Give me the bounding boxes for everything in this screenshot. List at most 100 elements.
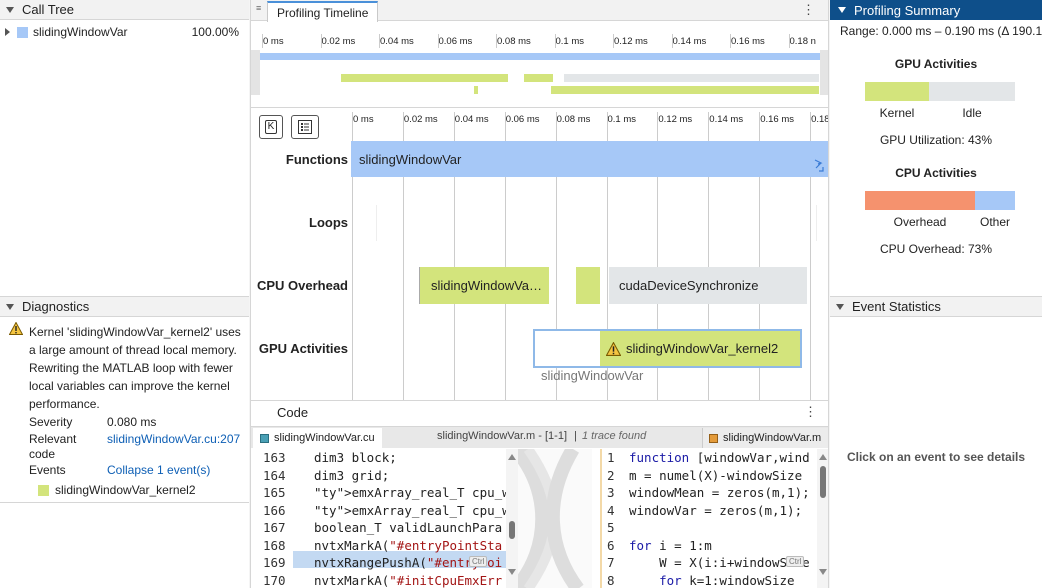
gpu-legend-idle: Idle (962, 106, 982, 120)
divider (251, 95, 828, 108)
code-menu-icon[interactable]: ⋮ (804, 404, 817, 420)
summary-header[interactable]: Profiling Summary (830, 0, 1042, 20)
code-line[interactable]: 3 windowMean = zeros(m,1); (607, 484, 815, 502)
detail-tick-label: 0.14 ms (709, 114, 744, 125)
left-code-lines: 163 dim3 block; 164 dim3 grid; 165 "ty">emxAr… (263, 449, 508, 588)
scroll-down-icon[interactable] (508, 569, 516, 575)
line-number: 165 (263, 485, 286, 500)
legend-button[interactable] (291, 115, 319, 139)
function-event-label: slidingWindowVar (359, 151, 462, 167)
collapse-events-link[interactable]: Collapse 1 event(s) (107, 463, 210, 477)
event-stats-header[interactable]: Event Statistics (830, 297, 1042, 317)
scroll-thumb[interactable] (509, 521, 515, 539)
tab-label: Profiling Timeline (277, 5, 369, 20)
code-line[interactable]: 4 windowVar = zeros(m,1); (607, 502, 815, 520)
drag-handle-icon[interactable]: ≡ (256, 3, 261, 13)
diagnostics-header[interactable]: Diagnostics (0, 297, 249, 317)
center-file-label: slidingWindowVar.m - [1-1] (437, 430, 568, 442)
scroll-down-icon[interactable] (819, 569, 827, 575)
code-line[interactable]: 1 function [windowVar,wind (607, 449, 815, 467)
code-line[interactable]: 5 (607, 519, 815, 537)
code-line[interactable]: 163 dim3 block; (263, 449, 508, 467)
trace-sep: | (574, 430, 577, 442)
detail-tick-label: 0.12 ms (658, 114, 693, 125)
code-line[interactable]: 170 nvtxMarkA("#initCpuEmxErr (263, 572, 508, 588)
code-line[interactable]: 7 W = X(i:i+windowSize (607, 554, 815, 572)
code-line[interactable]: 2 m = numel(X)-windowSize (607, 467, 815, 485)
cpu-event-label: slidingWindowVa… (431, 278, 543, 293)
collapse-icon[interactable] (838, 7, 846, 13)
collapse-icon[interactable] (836, 303, 844, 310)
gpu-legend-kernel: Kernel (879, 106, 915, 120)
overview-tick-line (788, 34, 790, 48)
overview-tick-label: 0.1 ms (555, 36, 585, 47)
scroll-up-icon[interactable] (508, 454, 516, 460)
code-line[interactable]: 168 nvtxMarkA("#entryPointSta (263, 537, 508, 555)
diagnostic-event-item[interactable]: slidingWindowVar_kernel2 (38, 483, 196, 497)
call-tree-panel: Call Tree slidingWindowVar 100.00% (0, 0, 249, 296)
warning-icon (606, 341, 621, 356)
m-file-icon (709, 433, 718, 443)
code-line[interactable]: 167 boolean_T validLaunchPara (263, 519, 508, 537)
scroll-thumb[interactable] (820, 466, 826, 498)
cpu-event-bar-2[interactable] (576, 267, 600, 304)
list-icon (298, 120, 312, 134)
cpu-legend-other: Other (979, 215, 1010, 229)
events-label: Events (29, 463, 66, 477)
relevant-code-link[interactable]: slidingWindowVar.cu:207 (107, 432, 240, 446)
code-panel: Code ⋮ slidingWindowVar.cu slidingWindow… (250, 400, 829, 588)
tab-right-label: slidingWindowVar.m (723, 432, 822, 444)
expand-icon[interactable] (5, 28, 10, 36)
summary-range: Range: 0.000 ms – 0.190 ms (Δ 190.18 (840, 24, 1042, 38)
code-text: function [windowVar,wind (629, 450, 810, 465)
overview-gpu-bar1 (474, 86, 478, 94)
arrow-link-icon[interactable] (813, 159, 825, 173)
c-file-icon (260, 433, 269, 443)
line-number: 164 (263, 467, 286, 483)
cpu-sync-event-label: cudaDeviceSynchronize (619, 278, 759, 293)
row-label-functions: Functions (285, 152, 348, 167)
cpu-event-bar[interactable]: slidingWindowVa… (419, 267, 549, 304)
kernel-color-swatch (38, 484, 49, 496)
event-stats-panel: Event Statistics Click on an event to se… (830, 296, 1042, 588)
timeline-menu-icon[interactable]: ⋮ (802, 2, 815, 18)
row-label-cpu-overhead: CPU Overhead (256, 278, 348, 293)
tab-left-label: slidingWindowVar.cu (274, 432, 375, 444)
trace-connector (518, 449, 592, 588)
detail-tick-label: 0.16 ms (760, 114, 794, 125)
line-number: 4 (607, 502, 615, 518)
gpu-kernel-event-bar[interactable]: slidingWindowVar_kernel2 (600, 331, 800, 366)
line-number: 8 (607, 572, 615, 588)
code-line[interactable]: 164 dim3 grid; (263, 467, 508, 485)
code-line[interactable]: 165 "ty">emxArray_real_T cpu_windo (263, 484, 508, 502)
overview-tick-label: 0 ms (263, 36, 284, 47)
tab-right-file[interactable]: slidingWindowVar.m (702, 428, 828, 448)
code-line[interactable]: 6 for i = 1:m (607, 537, 815, 555)
right-scrollbar[interactable] (817, 449, 828, 588)
left-scrollbar[interactable] (506, 449, 518, 588)
code-line[interactable]: 166 "ty">emxArray_real_T cpu_windo (263, 502, 508, 520)
call-tree-item[interactable]: slidingWindowVar 100.00% (0, 23, 249, 41)
line-number: 6 (607, 537, 615, 553)
tab-profiling-timeline[interactable]: Profiling Timeline (267, 1, 379, 22)
overview-tick-line (320, 34, 322, 48)
overview-tick-line (379, 34, 380, 48)
line-number: 169 (263, 555, 286, 570)
keyboard-shortcut-button[interactable]: K (259, 115, 283, 139)
overview-tick-label: 0.12 ms (614, 36, 648, 47)
scroll-up-icon[interactable] (819, 454, 827, 460)
code-text: dim3 grid; (314, 467, 390, 483)
function-event-bar[interactable]: slidingWindowVar (351, 141, 828, 177)
collapse-icon[interactable] (6, 6, 14, 13)
code-text: dim3 block; (314, 450, 397, 465)
cpu-sync-event-bar[interactable]: cudaDeviceSynchronize (609, 267, 807, 304)
relevant-code-label: Relevant code (29, 432, 77, 461)
call-tree-header[interactable]: Call Tree (0, 0, 249, 20)
code-line[interactable]: 8 for k=1:windowSize (607, 572, 815, 588)
tab-left-file[interactable]: slidingWindowVar.cu (253, 428, 382, 448)
overview-tick-label: 0.14 ms (672, 36, 707, 47)
collapse-icon[interactable] (6, 303, 14, 310)
detail-tick-label: 0.08 ms (556, 114, 591, 125)
gpu-utilization-bar (865, 82, 1015, 101)
code-text: for k=1:windowSize (659, 572, 795, 588)
